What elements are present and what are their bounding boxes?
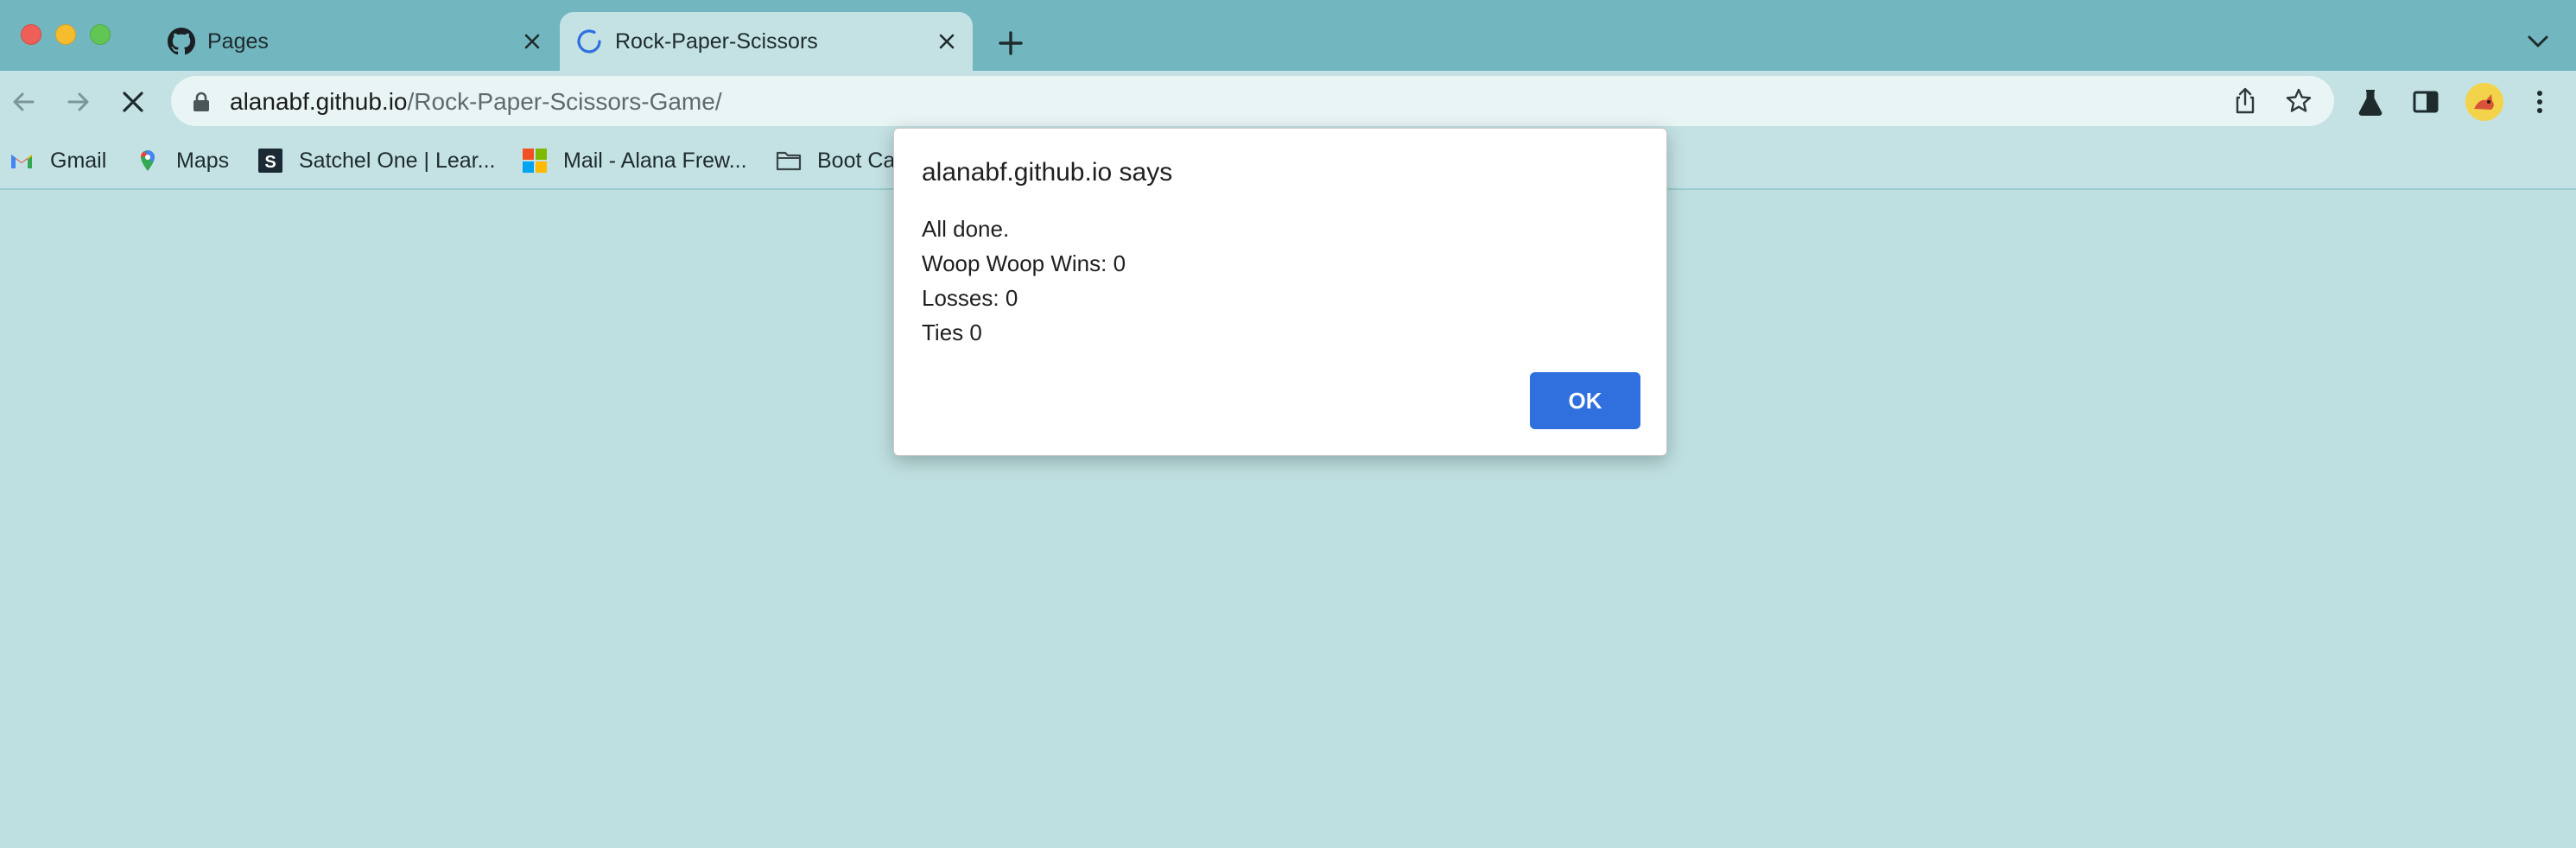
labs-flask-icon[interactable] (2353, 85, 2388, 119)
url-path: /Rock-Paper-Scissors-Game/ (407, 88, 722, 115)
lock-icon[interactable] (192, 92, 211, 112)
bookmark-label: Maps (176, 148, 230, 173)
dialog-title: alanabf.github.io says (922, 158, 1173, 187)
ok-button[interactable]: OK (1530, 372, 1640, 429)
bookmark-label: Gmail (50, 148, 107, 173)
tab-pages[interactable]: Pages (152, 12, 558, 71)
tab-title: Rock-Paper-Scissors (615, 29, 818, 54)
gmail-icon (11, 155, 32, 168)
address-bar[interactable]: alanabf.github.io/Rock-Paper-Scissors-Ga… (171, 76, 2334, 126)
folder-icon (776, 151, 802, 171)
chevron-down-icon[interactable] (2522, 29, 2554, 54)
bookmark-label: Mail - Alana Frew... (563, 148, 747, 173)
profile-avatar-icon (2465, 83, 2503, 121)
bookmark-folder-boot-camp[interactable]: Boot Ca (776, 142, 895, 180)
maximize-window-button[interactable] (90, 24, 111, 45)
stop-loading-icon[interactable] (116, 85, 150, 119)
close-tab-icon[interactable] (935, 29, 959, 54)
svg-text:S: S (264, 153, 276, 172)
dialog-message-line: Ties 0 (922, 320, 982, 345)
close-tab-icon[interactable] (520, 29, 544, 54)
side-panel-icon[interactable] (2408, 85, 2443, 119)
browser-toolbar: alanabf.github.io/Rock-Paper-Scissors-Ga… (0, 71, 2576, 133)
bookmark-label: Satchel One | Lear... (299, 148, 496, 173)
more-menu-icon[interactable] (2522, 85, 2557, 119)
maps-icon (140, 150, 155, 171)
bookmark-gmail[interactable]: Gmail (9, 142, 106, 180)
close-window-button[interactable] (21, 24, 41, 45)
dialog-message: All done. Woop Woop Wins: 0 Losses: 0 Ti… (922, 212, 1126, 350)
profile-avatar[interactable] (2465, 83, 2503, 121)
tab-rock-paper-scissors[interactable]: Rock-Paper-Scissors (560, 12, 973, 71)
loading-spinner-icon (577, 29, 601, 54)
dialog-message-line: All done. (922, 216, 1010, 242)
new-tab-icon[interactable] (993, 26, 1028, 60)
tab-strip: Pages Rock-Paper-Scissors (0, 0, 2576, 71)
share-icon[interactable] (2230, 86, 2260, 116)
alert-dialog: alanabf.github.io says All done. Woop Wo… (893, 128, 1667, 456)
bookmark-label: Boot Ca (817, 148, 896, 173)
bookmark-outlook-mail[interactable]: Mail - Alana Frew... (522, 142, 747, 180)
url-text[interactable]: alanabf.github.io/Rock-Paper-Scissors-Ga… (230, 88, 722, 116)
bookmark-star-icon[interactable] (2284, 86, 2313, 116)
back-icon[interactable] (7, 85, 41, 119)
dialog-message-line: Woop Woop Wins: 0 (922, 250, 1126, 276)
url-host: alanabf.github.io (230, 88, 408, 115)
minimize-window-button[interactable] (55, 24, 76, 45)
bookmark-maps[interactable]: Maps (135, 142, 229, 180)
satchel-one-icon: S (258, 149, 282, 173)
forward-icon[interactable] (60, 85, 95, 119)
dialog-message-line: Losses: 0 (922, 285, 1018, 311)
microsoft-icon (523, 149, 547, 173)
tab-title: Pages (207, 29, 269, 54)
github-icon (168, 28, 195, 55)
bookmark-satchel-one[interactable]: S Satchel One | Lear... (257, 142, 495, 180)
